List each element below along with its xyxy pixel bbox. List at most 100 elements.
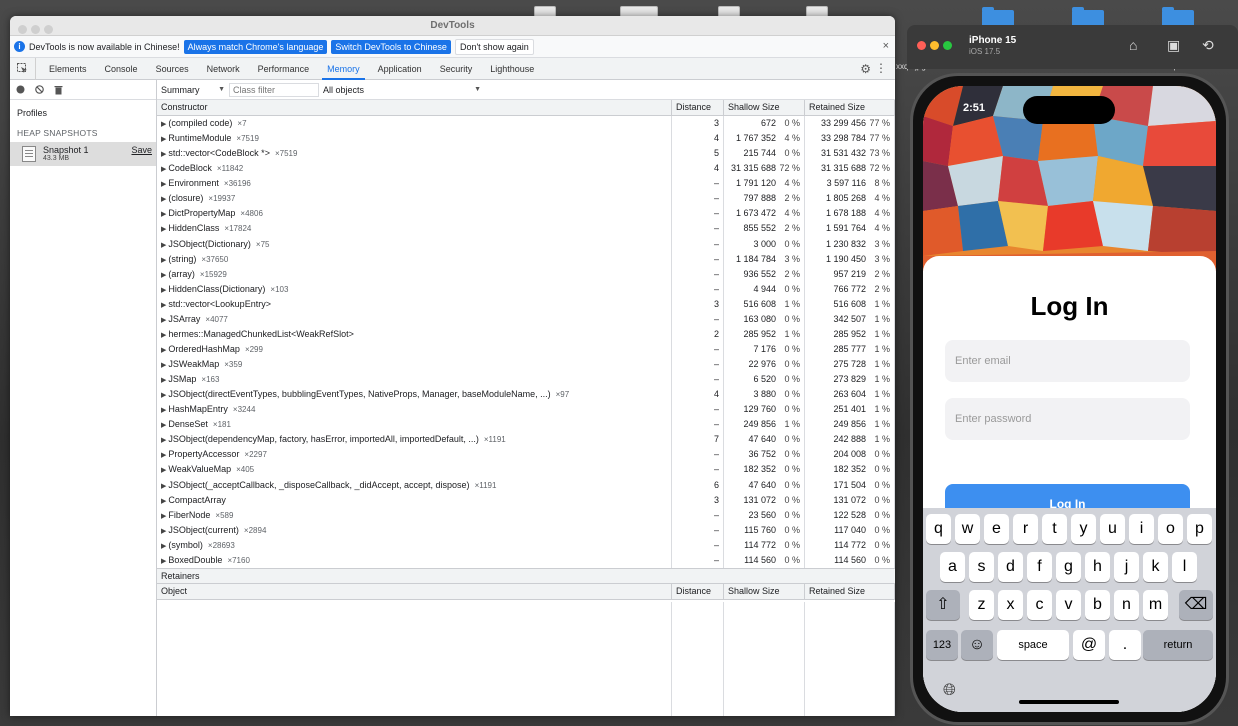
- expand-arrow-icon[interactable]: ▶: [161, 302, 166, 309]
- table-row[interactable]: ▶ RuntimeModule ×7519 4 1 767 352 4 % 33 298 7…: [157, 131, 895, 147]
- expand-arrow-icon[interactable]: ▶: [161, 422, 166, 429]
- table-row[interactable]: ▶ JSArray ×4077 – 163 080 0 % 342 507 1 %: [157, 311, 895, 327]
- window-titlebar[interactable]: DevTools: [10, 16, 895, 36]
- key-p[interactable]: p: [1187, 514, 1212, 544]
- table-row[interactable]: ▶ (closure) ×19937 – 797 888 2 % 1 805 268 4 %: [157, 191, 895, 207]
- key-f[interactable]: f: [1027, 552, 1052, 582]
- table-row[interactable]: ▶ DictPropertyMap ×4806–1 673 472 4 % 1 678 …: [157, 206, 895, 222]
- close-window-button[interactable]: [917, 41, 926, 50]
- table-row[interactable]: ▶ JSObject(dependencyMap, factory, hasErr…: [157, 432, 895, 448]
- switch-language-button[interactable]: Switch DevTools to Chinese: [331, 39, 451, 54]
- key-t[interactable]: t: [1042, 514, 1067, 544]
- expand-arrow-icon[interactable]: ▶: [161, 272, 166, 279]
- record-icon[interactable]: [16, 85, 25, 94]
- expand-arrow-icon[interactable]: ▶: [161, 317, 166, 324]
- key-r[interactable]: r: [1013, 514, 1038, 544]
- table-row[interactable]: ▶ DenseSet ×181 – 249 856 1 % 249 856 1 %: [157, 417, 895, 433]
- expand-arrow-icon[interactable]: ▶: [161, 181, 166, 188]
- space-key[interactable]: space: [997, 630, 1069, 660]
- expand-arrow-icon[interactable]: ▶: [161, 498, 166, 505]
- col-shallow-size[interactable]: Shallow Size: [724, 100, 805, 115]
- col-shallow-size[interactable]: Shallow Size: [724, 584, 805, 599]
- expand-arrow-icon[interactable]: ▶: [161, 452, 166, 459]
- table-row[interactable]: ▶ WeakValueMap ×405 – 182 352 0 % 182 352 0 %: [157, 462, 895, 478]
- expand-arrow-icon[interactable]: ▶: [161, 467, 166, 474]
- key-e[interactable]: e: [984, 514, 1009, 544]
- expand-arrow-icon[interactable]: ▶: [161, 437, 166, 444]
- snapshot-item[interactable]: Snapshot 1 43.3 MB Save: [10, 142, 156, 166]
- expand-arrow-icon[interactable]: ▶: [161, 407, 166, 414]
- numbers-key[interactable]: 123: [926, 630, 958, 660]
- col-object[interactable]: Object: [157, 584, 672, 599]
- table-row[interactable]: ▶ HiddenClass(Dictionary) ×103 – 4 944 0 % 766…: [157, 281, 895, 297]
- table-row[interactable]: ▶ CompactArray 3 131 072 0 % 131 072 0 %: [157, 492, 895, 508]
- inspect-element-icon[interactable]: [10, 57, 36, 80]
- table-row[interactable]: ▶ (symbol) ×28693 – 114 772 0 % 114 772 0 %: [157, 537, 895, 553]
- gear-icon[interactable]: ⚙: [860, 62, 871, 76]
- table-row[interactable]: ▶ JSMap ×163 – 6 520 0 % 273 829 1 %: [157, 372, 895, 388]
- key-b[interactable]: b: [1085, 590, 1110, 620]
- key-a[interactable]: a: [940, 552, 965, 582]
- dont-show-again-button[interactable]: Don't show again: [454, 38, 534, 55]
- expand-arrow-icon[interactable]: ▶: [161, 166, 166, 173]
- rotate-icon[interactable]: ⟲: [1202, 37, 1214, 54]
- table-row[interactable]: ▶ BoxedDouble ×7160 – 114 560 0 % 114 560 0 %: [157, 552, 895, 568]
- tab-performance[interactable]: Performance: [249, 58, 319, 80]
- expand-arrow-icon[interactable]: ▶: [161, 483, 166, 490]
- expand-arrow-icon[interactable]: ▶: [161, 287, 166, 294]
- expand-arrow-icon[interactable]: ▶: [161, 513, 166, 520]
- col-distance[interactable]: Distance: [672, 584, 724, 599]
- at-key[interactable]: @: [1073, 630, 1105, 660]
- table-row[interactable]: ▶ hermes::ManagedChunkedList<WeakRefSlot>…: [157, 326, 895, 342]
- email-field[interactable]: Enter email: [945, 340, 1190, 382]
- key-v[interactable]: v: [1056, 590, 1081, 620]
- expand-arrow-icon[interactable]: ▶: [161, 543, 166, 550]
- minimize-window-button[interactable]: [930, 41, 939, 50]
- table-row[interactable]: ▶ JSObject(Dictionary) ×75 – 3 000 0 % 1 230 8…: [157, 236, 895, 252]
- tab-console[interactable]: Console: [96, 58, 147, 80]
- expand-arrow-icon[interactable]: ▶: [161, 242, 166, 249]
- table-row[interactable]: ▶ JSObject(_acceptCallback, _disposeCallb…: [157, 477, 895, 493]
- expand-arrow-icon[interactable]: ▶: [161, 558, 166, 565]
- tab-lighthouse[interactable]: Lighthouse: [481, 58, 543, 80]
- key-k[interactable]: k: [1143, 552, 1168, 582]
- table-row[interactable]: ▶ (array) ×15929 – 936 552 2 % 957 219 2 %: [157, 266, 895, 282]
- close-icon[interactable]: ×: [883, 40, 889, 52]
- expand-arrow-icon[interactable]: ▶: [161, 528, 166, 535]
- tab-memory[interactable]: Memory: [318, 58, 369, 80]
- screenshot-icon[interactable]: ▣: [1167, 37, 1180, 54]
- key-w[interactable]: w: [955, 514, 980, 544]
- table-row[interactable]: ▶ (string) ×37650 –1 184 784 3 % 1 190 450 3 %: [157, 251, 895, 267]
- expand-arrow-icon[interactable]: ▶: [161, 151, 166, 158]
- zoom-window-button[interactable]: [943, 41, 952, 50]
- table-row[interactable]: ▶ JSObject(directEventTypes, bubblingEven…: [157, 387, 895, 403]
- class-filter-input[interactable]: [229, 82, 319, 97]
- table-row[interactable]: ▶ CodeBlock ×11842 4 31 315 688 72 % 31 315 68…: [157, 161, 895, 177]
- clear-icon[interactable]: [35, 85, 44, 94]
- close-window-button[interactable]: [18, 25, 27, 34]
- expand-arrow-icon[interactable]: ▶: [161, 332, 166, 339]
- more-options-icon[interactable]: ⋮: [875, 61, 887, 75]
- key-l[interactable]: l: [1172, 552, 1197, 582]
- expand-arrow-icon[interactable]: ▶: [161, 347, 166, 354]
- table-row[interactable]: ▶ PropertyAccessor ×2297 – 36 752 0 % 204 008 0…: [157, 447, 895, 463]
- key-s[interactable]: s: [969, 552, 994, 582]
- shift-key[interactable]: ⇧: [926, 590, 960, 620]
- key-i[interactable]: i: [1129, 514, 1154, 544]
- home-icon[interactable]: ⌂: [1129, 37, 1137, 53]
- tab-elements[interactable]: Elements: [40, 58, 96, 80]
- table-row[interactable]: ▶ Environment ×36196 –1 791 120 4 % 3 597 116…: [157, 176, 895, 192]
- col-distance[interactable]: Distance: [672, 100, 724, 115]
- table-row[interactable]: ▶ JSObject(current) ×2894–115 760 0 % 117 04…: [157, 522, 895, 538]
- expand-arrow-icon[interactable]: ▶: [161, 121, 166, 128]
- key-g[interactable]: g: [1056, 552, 1081, 582]
- expand-arrow-icon[interactable]: ▶: [161, 362, 166, 369]
- key-u[interactable]: u: [1100, 514, 1125, 544]
- col-retained-size[interactable]: Retained Size: [805, 584, 895, 599]
- key-d[interactable]: d: [998, 552, 1023, 582]
- col-constructor[interactable]: Constructor: [157, 100, 672, 115]
- emoji-key[interactable]: ☺: [961, 630, 993, 660]
- view-select[interactable]: Summary ▼: [157, 83, 229, 97]
- key-y[interactable]: y: [1071, 514, 1096, 544]
- password-field[interactable]: Enter password: [945, 398, 1190, 440]
